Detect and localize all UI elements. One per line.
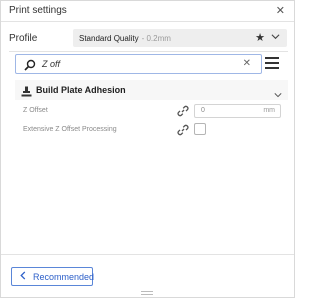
chevron-down-icon[interactable] bbox=[274, 86, 282, 104]
link-icon bbox=[177, 123, 189, 141]
z-offset-label: Z Offset bbox=[23, 107, 48, 114]
z-offset-value: 0 bbox=[201, 107, 205, 114]
link-icon bbox=[177, 104, 189, 122]
extensive-z-offset-checkbox[interactable] bbox=[194, 123, 206, 135]
z-offset-input[interactable]: 0 mm bbox=[194, 104, 281, 118]
close-icon[interactable]: ✕ bbox=[243, 58, 251, 69]
print-settings-panel: Print settings ✕ Profile Standard Qualit… bbox=[0, 0, 295, 298]
resize-handle[interactable] bbox=[141, 291, 153, 295]
z-offset-unit: mm bbox=[263, 107, 275, 114]
chevron-down-icon bbox=[271, 32, 280, 43]
recommended-label: Recommended bbox=[33, 271, 95, 282]
recommended-button[interactable]: Recommended bbox=[11, 267, 95, 286]
title-bar: Print settings ✕ bbox=[1, 1, 294, 22]
hamburger-menu-icon[interactable] bbox=[265, 57, 279, 72]
close-icon[interactable]: ✕ bbox=[276, 4, 285, 17]
profile-name: Standard Quality bbox=[79, 33, 139, 43]
build-plate-adhesion-icon bbox=[21, 84, 32, 102]
category-build-plate-adhesion[interactable]: Build Plate Adhesion bbox=[15, 80, 288, 100]
panel-title: Print settings bbox=[9, 5, 67, 16]
divider bbox=[9, 51, 288, 52]
profile-dropdown[interactable]: Standard Quality - 0.2mm ★ bbox=[73, 29, 287, 47]
star-icon[interactable]: ★ bbox=[255, 31, 265, 44]
chevron-left-icon bbox=[20, 271, 26, 282]
footer-divider bbox=[1, 254, 294, 255]
extensive-z-offset-label: Extensive Z Offset Processing bbox=[23, 126, 117, 133]
search-icon bbox=[24, 58, 36, 76]
search-text: Z off bbox=[42, 59, 61, 69]
search-input[interactable]: Z off ✕ bbox=[15, 54, 262, 74]
profile-label: Profile bbox=[9, 33, 38, 44]
profile-layer-height: - 0.2mm bbox=[141, 33, 171, 43]
category-title: Build Plate Adhesion bbox=[36, 85, 126, 95]
